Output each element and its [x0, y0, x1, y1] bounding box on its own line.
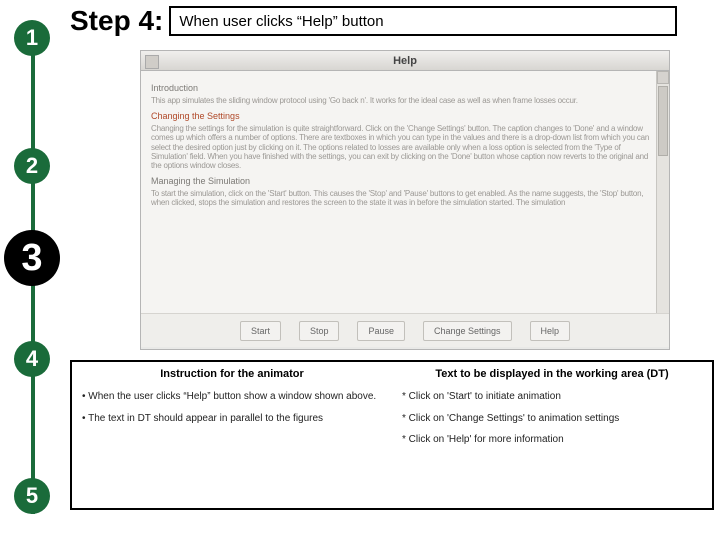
display-text-item: Click on 'Change Settings' to animation …: [402, 412, 702, 426]
step-marker-5: 5: [14, 478, 50, 514]
help-para-intro: This app simulates the sliding window pr…: [151, 96, 659, 105]
display-text-heading: Text to be displayed in the working area…: [402, 368, 702, 380]
display-text-item: Click on 'Start' to initiate animation: [402, 390, 702, 404]
help-heading-managing: Managing the Simulation: [151, 176, 659, 186]
help-para-settings: Changing the settings for the simulation…: [151, 124, 659, 170]
step-marker-1: 1: [14, 20, 50, 56]
step-marker-3-active: 3: [4, 230, 60, 286]
scroll-thumb[interactable]: [658, 86, 668, 156]
start-button[interactable]: Start: [240, 321, 281, 341]
help-heading-settings: Changing the Settings: [151, 111, 659, 121]
instruction-box: Instruction for the animator When the us…: [70, 360, 714, 510]
stop-button[interactable]: Stop: [299, 321, 340, 341]
animator-item: The text in DT should appear in parallel…: [82, 412, 382, 426]
step-marker-2: 2: [14, 148, 50, 184]
step-number-label: Step 4:: [70, 5, 163, 37]
display-text-column: Text to be displayed in the working area…: [392, 362, 712, 508]
pause-button[interactable]: Pause: [357, 321, 405, 341]
window-titlebar: Help: [141, 51, 669, 71]
scroll-up-icon[interactable]: [657, 71, 669, 84]
change-settings-button[interactable]: Change Settings: [423, 321, 512, 341]
animator-instructions-column: Instruction for the animator When the us…: [72, 362, 392, 508]
animator-item: When the user clicks “Help” button show …: [82, 390, 382, 404]
timeline: 1 2 3 4 5: [14, 8, 52, 532]
step-marker-4: 4: [14, 341, 50, 377]
help-para-managing: To start the simulation, click on the 'S…: [151, 189, 659, 207]
help-body: Introduction This app simulates the slid…: [141, 71, 669, 313]
animator-heading: Instruction for the animator: [82, 368, 382, 380]
help-heading-intro: Introduction: [151, 83, 659, 93]
help-window-screenshot: Help Introduction This app simulates the…: [140, 50, 670, 350]
help-button[interactable]: Help: [530, 321, 571, 341]
display-text-item: Click on 'Help' for more information: [402, 433, 702, 447]
scrollbar[interactable]: [656, 71, 669, 313]
step-title: When user clicks “Help” button: [169, 6, 677, 36]
step-header: Step 4: When user clicks “Help” button: [70, 0, 677, 42]
button-bar: Start Stop Pause Change Settings Help: [141, 313, 669, 347]
